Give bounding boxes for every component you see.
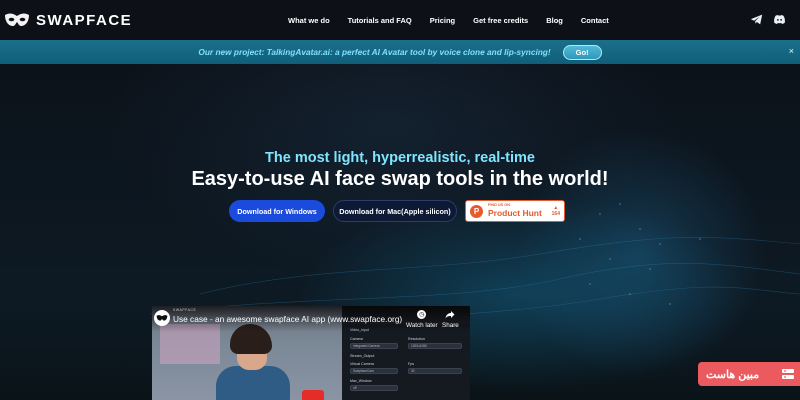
max-window-label: Max_Window (350, 379, 372, 383)
fps-select: 30 (408, 368, 462, 374)
ph-name: Product Hunt (488, 208, 542, 219)
hero-buttons: Download for Windows Download for Mac(Ap… (229, 200, 565, 222)
discord-icon[interactable] (773, 13, 786, 26)
banner-text[interactable]: Our new project: TalkingAvatar.ai: a per… (198, 47, 550, 57)
camera-label: Camera (350, 337, 363, 341)
social-links (750, 13, 786, 26)
nav-pricing[interactable]: Pricing (430, 16, 455, 25)
top-navigation: SWAPFACE What we do Tutorials and FAQ Pr… (0, 0, 800, 40)
video-header: SWAPFACE Use case - an awesome swapface … (152, 306, 470, 332)
main-nav: What we do Tutorials and FAQ Pricing Get… (288, 0, 627, 40)
person-body (216, 366, 290, 400)
mobinhost-watermark: مبین هاست (698, 362, 800, 386)
close-icon[interactable]: × (789, 46, 794, 56)
app-settings-panel: Video_input Camera Integrated Camera Res… (342, 324, 470, 400)
mask-logo-icon (156, 315, 168, 321)
clock-icon: ◷ (417, 310, 427, 319)
video-title[interactable]: Use case - an awesome swapface AI app (w… (173, 314, 402, 324)
fps-label: Fps (408, 362, 414, 366)
nav-what-we-do[interactable]: What we do (288, 16, 330, 25)
watermark-text: مبین هاست (706, 368, 760, 381)
nav-blog[interactable]: Blog (546, 16, 563, 25)
nav-contact[interactable]: Contact (581, 16, 609, 25)
mask-logo-icon (5, 13, 29, 26)
resolution-select: 1920x1080 (408, 343, 462, 349)
virtual-camera-select: SwapfaceCam (350, 368, 398, 374)
announcement-banner: Our new project: TalkingAvatar.ai: a per… (0, 40, 800, 64)
hero-subtitle: The most light, hyperrealistic, real-tim… (265, 150, 535, 166)
video-channel-name: SWAPFACE (173, 308, 197, 312)
share-button[interactable]: Share (442, 310, 459, 329)
server-icon (782, 369, 794, 379)
video-embed[interactable]: Video_input Camera Integrated Camera Res… (152, 306, 470, 400)
hero-title: Easy-to-use AI face swap tools in the wo… (191, 168, 609, 190)
telegram-icon[interactable] (750, 13, 763, 26)
channel-avatar[interactable] (154, 310, 170, 326)
virtual-camera-label: Virtual Camera (350, 362, 374, 366)
nav-tutorials-faq[interactable]: Tutorials and FAQ (348, 16, 412, 25)
go-button[interactable]: Go! (562, 44, 602, 60)
share-label: Share (442, 322, 459, 329)
product-hunt-icon: P (470, 204, 483, 218)
resolution-label: Resolution (408, 337, 425, 341)
stream-output-label: Stream_Output (350, 354, 375, 358)
ph-vote-count: 164 (551, 210, 560, 217)
youtube-play-button[interactable] (302, 390, 324, 400)
watch-later-label: Watch later (406, 322, 438, 329)
download-mac-button[interactable]: Download for Mac(Apple silicon) (333, 200, 457, 222)
download-windows-button[interactable]: Download for Windows (229, 200, 325, 222)
max-window-select: off (350, 385, 398, 391)
brand-name: SWAPFACE (36, 11, 133, 29)
watch-later-button[interactable]: ◷ Watch later (406, 310, 438, 329)
camera-select: Integrated Camera (350, 343, 398, 349)
brand-logo[interactable]: SWAPFACE (4, 11, 132, 29)
share-icon (445, 311, 455, 319)
nav-get-free-credits[interactable]: Get free credits (473, 16, 528, 25)
product-hunt-badge[interactable]: P FIND US ON Product Hunt ▲ 164 (465, 200, 565, 222)
